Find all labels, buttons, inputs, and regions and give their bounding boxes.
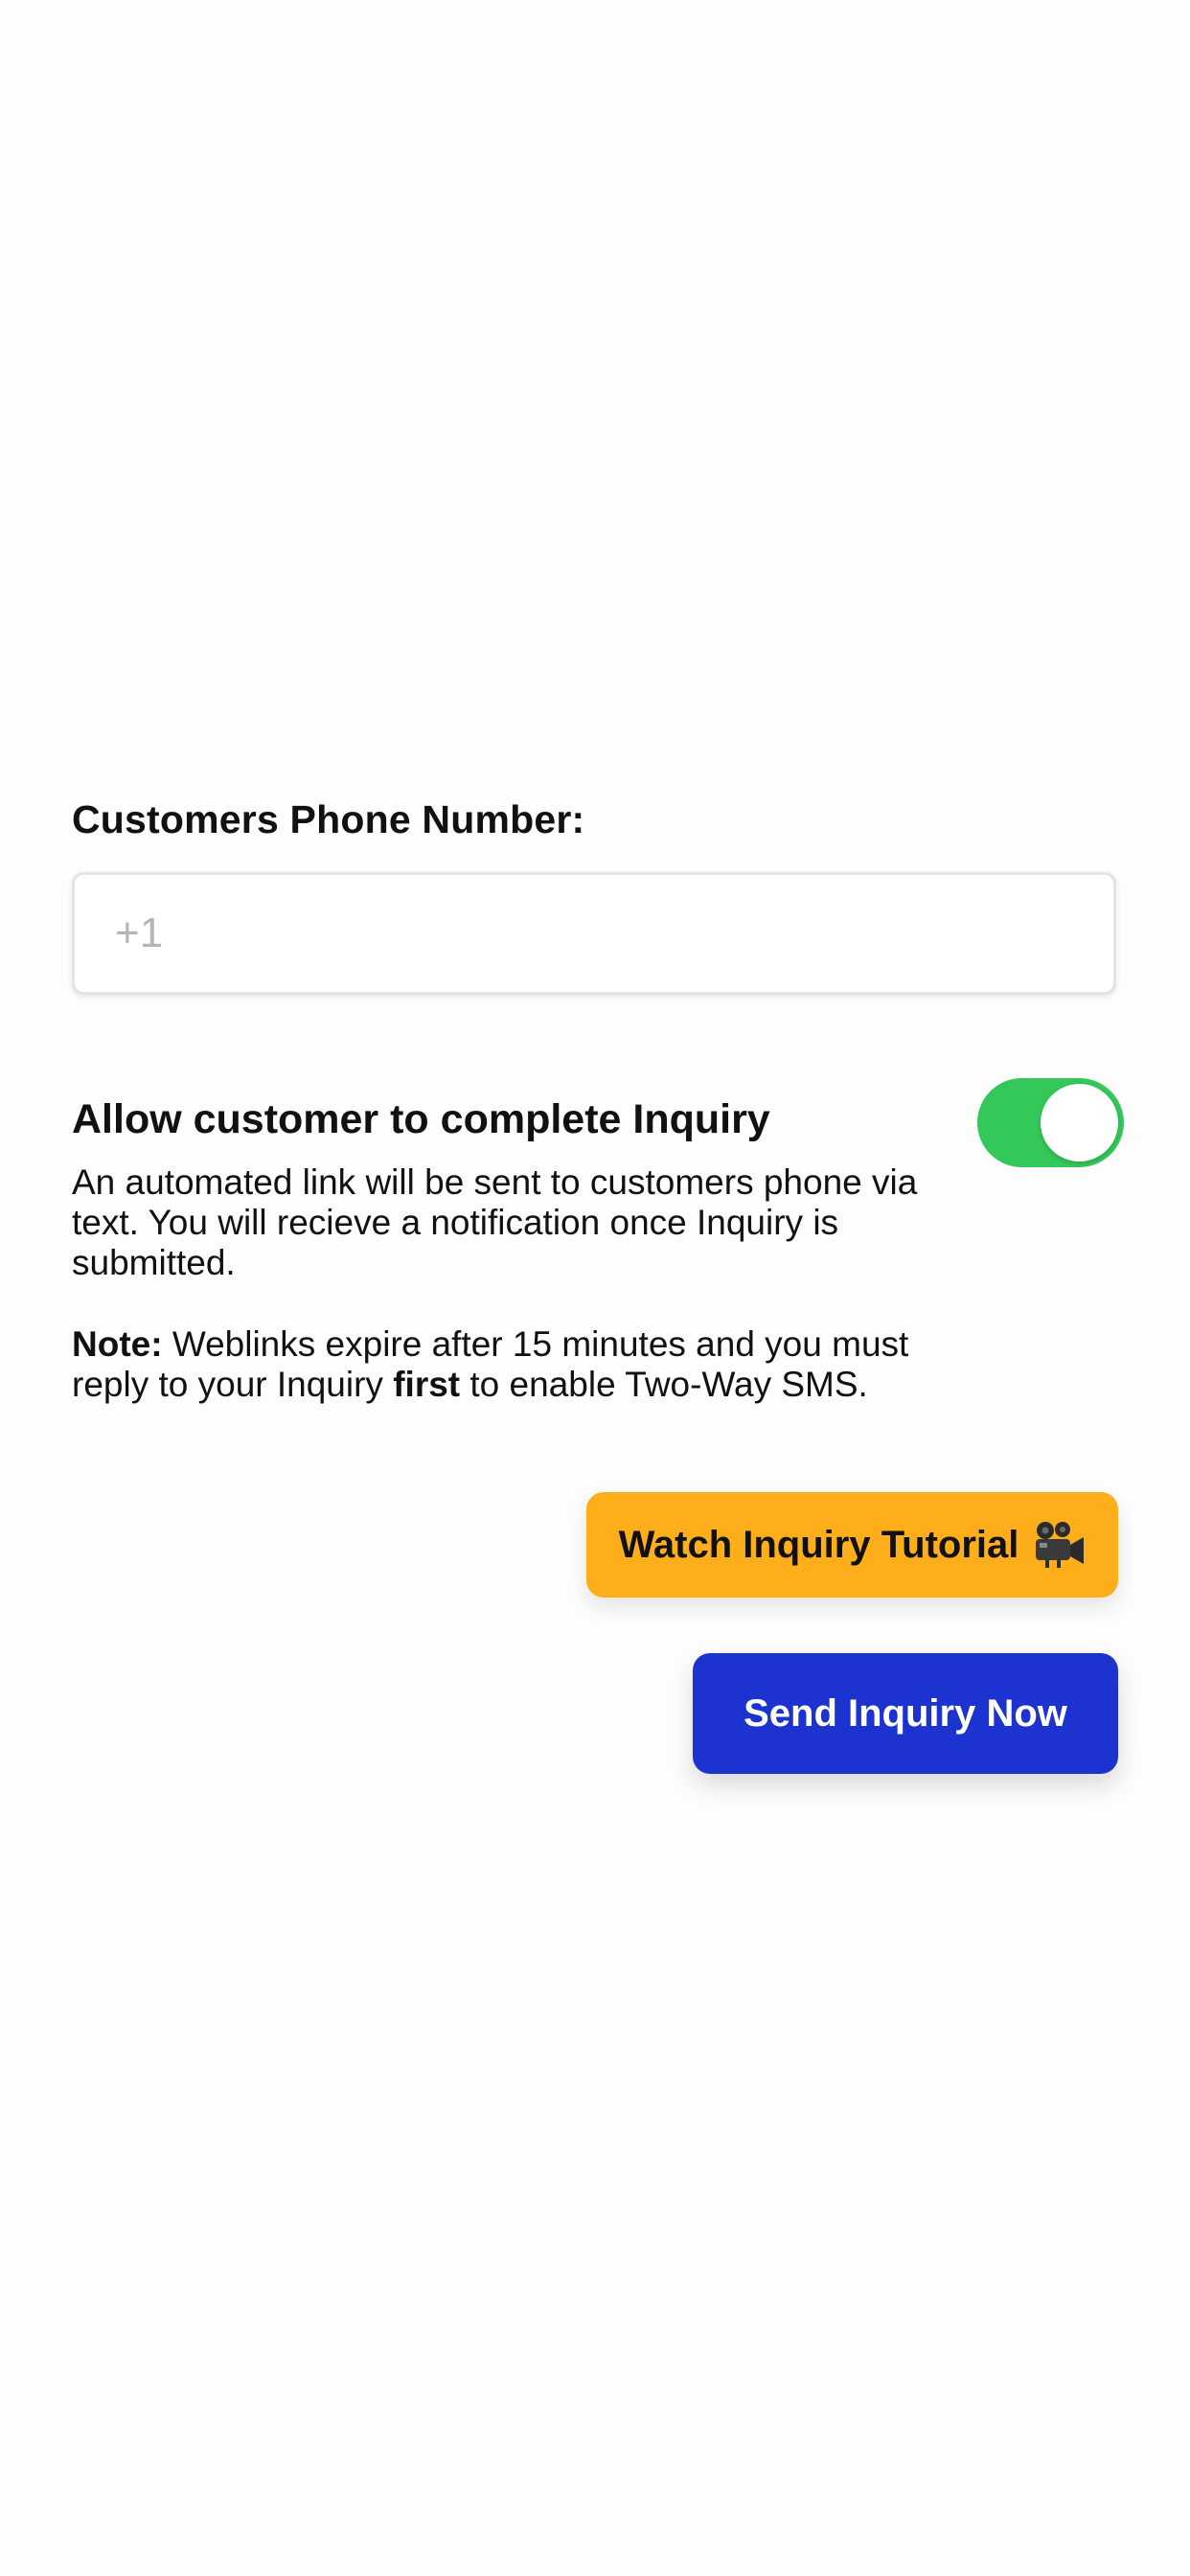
- note-emphasis: first: [393, 1365, 461, 1404]
- note-label: Note:: [72, 1324, 163, 1364]
- toggle-knob: [1041, 1084, 1118, 1162]
- allow-customer-title: Allow customer to complete Inquiry: [72, 1096, 770, 1142]
- allow-customer-description: An automated link will be sent to custom…: [72, 1162, 918, 1282]
- send-inquiry-button[interactable]: Send Inquiry Now: [693, 1653, 1118, 1774]
- allow-customer-toggle[interactable]: [977, 1078, 1124, 1167]
- phone-number-input[interactable]: [72, 872, 1116, 995]
- phone-number-label: Customers Phone Number:: [72, 797, 585, 841]
- weblink-note: Note: Weblinks expire after 15 minutes a…: [72, 1324, 953, 1405]
- movie-camera-icon: [1036, 1522, 1085, 1568]
- send-inquiry-label: Send Inquiry Now: [744, 1691, 1067, 1735]
- watch-tutorial-button[interactable]: Watch Inquiry Tutorial: [586, 1492, 1118, 1598]
- watch-tutorial-label: Watch Inquiry Tutorial: [618, 1523, 1019, 1566]
- note-text-2: to enable Two-Way SMS.: [460, 1365, 868, 1404]
